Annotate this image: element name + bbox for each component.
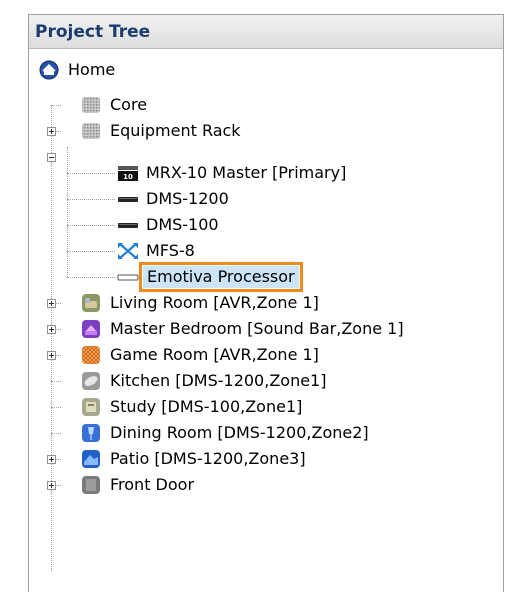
tree-item-mrx10[interactable]: 10 MRX-10 Master [Primary] xyxy=(117,160,349,186)
equipment-rack-icon xyxy=(81,121,101,141)
study-icon xyxy=(81,397,101,417)
tree-item-emotiva-processor[interactable]: Emotiva Processor xyxy=(117,262,303,292)
tree-line xyxy=(51,407,61,408)
tree-line xyxy=(51,105,61,106)
expand-master-bedroom-button[interactable] xyxy=(47,325,56,334)
tree-item-label: Equipment Rack xyxy=(110,121,241,140)
kitchen-icon xyxy=(81,371,101,391)
panel-title: Project Tree xyxy=(29,15,503,49)
game-room-icon xyxy=(81,345,101,365)
tree-item-front-door[interactable]: Front Door xyxy=(81,472,197,498)
tree-item-living-room[interactable]: Living Room [AVR,Zone 1] xyxy=(81,290,322,316)
mrx10-device-icon: 10 xyxy=(117,163,138,183)
expand-patio-button[interactable] xyxy=(47,455,56,464)
tree-line xyxy=(67,199,115,200)
dms1200-device-icon xyxy=(117,189,138,209)
tree-item-label: Master Bedroom [Sound Bar,Zone 1] xyxy=(110,319,404,338)
tree-line xyxy=(67,251,115,252)
tree-item-dms100[interactable]: DMS-100 xyxy=(117,212,222,238)
tree-line xyxy=(51,105,52,571)
tree-item-patio[interactable]: Patio [DMS-1200,Zone3] xyxy=(81,446,309,472)
tree-item-label: Study [DMS-100,Zone1] xyxy=(110,397,303,416)
tree-line xyxy=(51,381,61,382)
dms100-device-icon xyxy=(117,215,138,235)
expand-game-room-button[interactable] xyxy=(47,351,56,360)
tree-item-label: Core xyxy=(110,95,148,114)
tree-item-core[interactable]: Core xyxy=(81,92,150,118)
tree-item-label: Home xyxy=(68,60,116,79)
tree-line xyxy=(67,277,115,278)
svg-text:10: 10 xyxy=(123,173,133,181)
front-door-icon xyxy=(81,475,101,495)
tree-item-kitchen[interactable]: Kitchen [DMS-1200,Zone1] xyxy=(81,368,329,394)
mfs8-switch-icon xyxy=(117,241,138,261)
tree-item-dining-room[interactable]: Dining Room [DMS-1200,Zone2] xyxy=(81,420,372,446)
expand-front-door-button[interactable] xyxy=(47,481,56,490)
tree-line xyxy=(67,147,68,277)
tree-item-home[interactable]: Home xyxy=(39,57,118,83)
tree-item-label: Living Room [AVR,Zone 1] xyxy=(110,293,319,312)
tree-item-label: Patio [DMS-1200,Zone3] xyxy=(110,449,306,468)
project-tree-panel: Project Tree Home Core Equipment Rack 10… xyxy=(28,14,504,592)
expand-living-room-button[interactable] xyxy=(47,299,56,308)
tree-line xyxy=(67,225,115,226)
tree-item-label: Kitchen [DMS-1200,Zone1] xyxy=(110,371,327,390)
tree-item-label: MFS-8 xyxy=(146,241,195,260)
tree-item-dms1200[interactable]: DMS-1200 xyxy=(117,186,232,212)
tree-item-master-bedroom[interactable]: Master Bedroom [Sound Bar,Zone 1] xyxy=(81,316,407,342)
tree-item-label: Game Room [AVR,Zone 1] xyxy=(110,345,319,364)
tree-item-label: DMS-100 xyxy=(146,215,219,234)
master-bedroom-icon xyxy=(81,319,101,339)
collapse-equipment-rack-button[interactable] xyxy=(47,153,56,162)
core-icon xyxy=(81,95,101,115)
tree-item-label: Dining Room [DMS-1200,Zone2] xyxy=(110,423,369,442)
project-tree: Home Core Equipment Rack 10 MRX-10 Maste… xyxy=(29,49,503,589)
living-room-icon xyxy=(81,293,101,313)
expand-core-button[interactable] xyxy=(47,127,56,136)
tree-line xyxy=(51,433,61,434)
tree-item-study[interactable]: Study [DMS-100,Zone1] xyxy=(81,394,305,420)
tree-item-equipment-rack[interactable]: Equipment Rack xyxy=(81,118,244,144)
tree-item-mfs8[interactable]: MFS-8 xyxy=(117,238,198,264)
home-globe-icon xyxy=(39,60,59,80)
tree-item-label: Front Door xyxy=(110,475,195,494)
tree-item-label: DMS-1200 xyxy=(146,189,229,208)
tree-line xyxy=(67,173,115,174)
tree-item-label: MRX-10 Master [Primary] xyxy=(146,163,347,182)
tree-item-game-room[interactable]: Game Room [AVR,Zone 1] xyxy=(81,342,322,368)
emotiva-processor-icon xyxy=(117,267,139,287)
patio-icon xyxy=(81,449,101,469)
selected-tree-item-label: Emotiva Processor xyxy=(139,262,303,292)
dining-room-icon xyxy=(81,423,101,443)
